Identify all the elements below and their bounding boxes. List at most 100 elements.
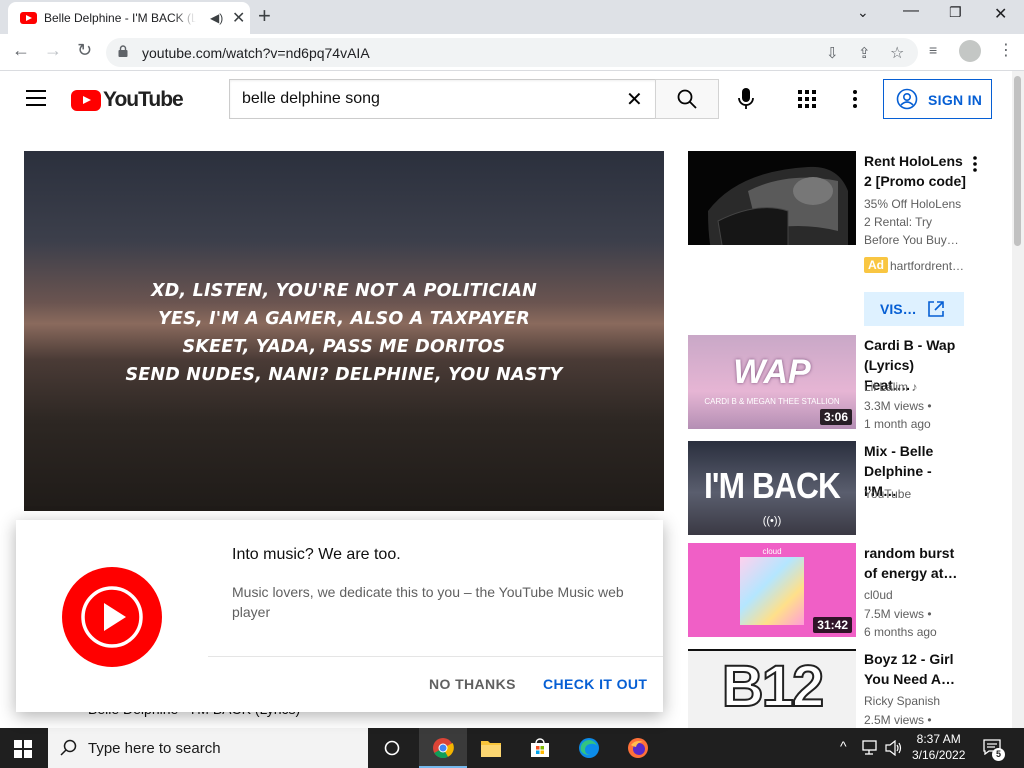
install-app-icon[interactable]: ⇩ [826,44,839,62]
share-icon[interactable]: ⇪ [858,44,871,62]
url-text: youtube.com/watch?v=nd6pq74vAIA [142,45,370,61]
video-age: 6 months ago [864,625,937,639]
browser-tab-strip: Belle Delphine - I'M BACK (Lyrics) ◀) ✕ … [0,0,1024,34]
store-taskbar-app[interactable] [516,728,564,768]
menu-icon[interactable] [26,90,46,106]
back-button[interactable]: ← [12,40,30,61]
taskbar-search-box[interactable]: Type here to search [48,728,368,768]
lyric-line: YES, I'M A GAMER, ALSO A TAXPAYER [158,309,530,329]
video-title[interactable]: Boyz 12 - Girl You Need A… [864,649,964,689]
ad-more-icon[interactable] [972,155,978,173]
show-hidden-icons-icon[interactable]: ^ [840,738,847,754]
channel-name[interactable]: cl0ud [864,588,893,602]
chrome-taskbar-app[interactable] [419,728,467,768]
video-views: 2.5M views • [864,713,932,727]
microphone-icon[interactable] [735,87,757,111]
ad-description: 35% Off HoloLens 2 Rental: Try Before Yo… [864,197,962,247]
windows-start-icon[interactable] [14,740,32,758]
album-art [740,557,804,625]
thumb-text: B12 [721,653,825,720]
music-note-icon: ♪ [911,380,918,394]
notification-count-badge: 5 [992,748,1005,761]
visit-site-button[interactable]: VIS… [864,292,964,326]
related-video[interactable]: I'M BACK ((•)) Mix - Belle Delphine - I'… [688,441,988,537]
check-it-out-button[interactable]: CHECK IT OUT [543,676,647,692]
open-external-icon [928,301,944,317]
browser-toolbar: ← → ↻ youtube.com/watch?v=nd6pq74vAIA ⇩ … [0,34,1024,71]
related-video[interactable]: cloud 31:42 random burst of energy at… c… [688,543,988,639]
edge-icon [579,738,599,758]
firefox-icon [628,738,648,758]
tab-title: Belle Delphine - I'M BACK (Lyrics) [44,11,196,25]
new-tab-button[interactable]: + [258,3,271,29]
video-thumbnail[interactable]: B12 [688,649,856,728]
video-thumbnail[interactable]: WAP CARDI B & MEGAN THEE STALLION 3:06 [688,335,856,429]
ad-advertiser: hartfordrent… [890,259,965,273]
no-thanks-button[interactable]: NO THANKS [429,676,516,692]
promo-body: Music lovers, we dedicate this to you – … [232,584,624,620]
task-view-button[interactable] [368,728,416,768]
promo-divider [208,656,663,657]
search-query: belle delphine song [242,90,380,107]
page-scrollbar[interactable] [1012,71,1024,728]
video-thumbnail[interactable]: I'M BACK ((•)) [688,441,856,535]
video-duration: 3:06 [819,409,852,425]
video-title[interactable]: random burst of energy at… [864,543,964,583]
minimize-button[interactable]: — [903,2,919,20]
related-video[interactable]: WAP CARDI B & MEGAN THEE STALLION 3:06 C… [688,335,988,431]
video-views: 3.3M views • [864,399,932,413]
forward-button[interactable]: → [44,40,62,61]
restore-button[interactable]: ❐ [949,4,962,21]
hololens-image [688,151,856,245]
lock-icon[interactable] [118,45,128,57]
visit-label: VIS… [880,301,917,317]
search-input[interactable]: belle delphine song ✕ [229,79,656,119]
thumb-text: cloud [762,547,782,556]
more-options-icon[interactable] [852,89,858,109]
firefox-taskbar-app[interactable] [614,728,662,768]
address-bar[interactable]: youtube.com/watch?v=nd6pq74vAIA ⇩ ⇪ ☆ [106,38,918,67]
sign-in-button[interactable]: SIGN IN [883,79,992,119]
apps-grid-icon[interactable] [798,90,816,108]
video-player[interactable]: XD, LISTEN, YOU'RE NOT A POLITICIAN YES,… [24,151,664,511]
browser-tab[interactable]: Belle Delphine - I'M BACK (Lyrics) ◀) ✕ [8,2,250,34]
channel-name-text: Lil Lalim [864,380,909,394]
audio-playing-icon[interactable]: ◀) [210,11,223,25]
volume-icon[interactable] [885,740,903,756]
channel-name[interactable]: YouTube [864,487,911,501]
scrollbar-thumb[interactable] [1014,76,1021,246]
close-window-button[interactable]: ✕ [994,4,1007,24]
folder-icon [481,741,501,757]
thumb-text: WAP [733,353,811,391]
ad-thumbnail[interactable] [688,151,856,245]
close-tab-icon[interactable]: ✕ [232,8,245,28]
account-icon [896,88,918,110]
taskbar-clock[interactable]: 8:37 AM 3/16/2022 [912,731,965,763]
youtube-music-logo-icon [62,567,162,667]
video-duration: 31:42 [813,617,852,633]
tab-search-icon[interactable]: ⌄ [857,4,869,21]
search-button[interactable] [655,79,719,119]
profile-avatar[interactable] [959,40,981,62]
chrome-menu-icon[interactable]: ⋮ [998,40,1014,60]
action-center-button[interactable]: 5 [978,728,1024,768]
file-explorer-taskbar-app[interactable] [467,728,515,768]
ad-card[interactable]: Rent HoloLens 2 [Promo code] 35% Off Hol… [688,151,988,331]
ad-badge: Ad [864,257,888,273]
related-video[interactable]: B12 Boyz 12 - Girl You Need A… Ricky Spa… [688,649,988,728]
channel-name[interactable]: Ricky Spanish [864,694,940,708]
thumb-subtext: CARDI B & MEGAN THEE STALLION [704,397,840,406]
video-thumbnail[interactable]: cloud 31:42 [688,543,856,637]
ad-title[interactable]: Rent HoloLens 2 [Promo code] [864,151,968,191]
youtube-play-logo-icon [71,90,101,111]
clock-date: 3/16/2022 [912,748,966,762]
network-icon[interactable] [862,740,880,756]
reload-button[interactable]: ↻ [77,40,92,61]
media-controls-icon[interactable]: ≡ [929,42,937,58]
edge-taskbar-app[interactable] [565,728,613,768]
task-view-icon [384,740,400,756]
channel-name[interactable]: Lil Lalim ♪ [864,380,917,394]
bookmark-star-icon[interactable]: ☆ [890,43,904,63]
promo-title: Into music? We are too. [232,546,401,563]
clear-search-icon[interactable]: ✕ [626,87,643,112]
